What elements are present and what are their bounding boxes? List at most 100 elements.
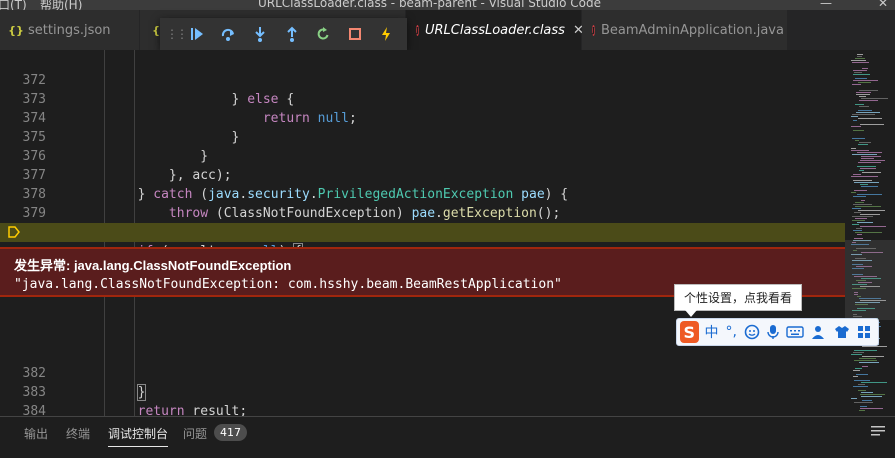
minimap-line (852, 84, 861, 85)
minimap-slider[interactable] (845, 240, 895, 320)
minimap-line (859, 410, 865, 411)
hot-code-replace-icon[interactable] (375, 23, 397, 45)
minimap-line (855, 218, 867, 219)
minimap-line (851, 192, 856, 193)
editor-tab-bar: {} settings.json { J URLClassLoader.clas… (0, 10, 895, 50)
tab-label: URLClassLoader.class (424, 22, 565, 38)
minimap-line (853, 196, 866, 197)
panel-menu-icon[interactable] (871, 425, 885, 437)
close-window-icon[interactable]: ✕ (878, 0, 888, 10)
minimap-line (860, 124, 884, 125)
minimap-line (858, 144, 868, 145)
minimap-line (860, 214, 880, 215)
code-line: 382 } (0, 345, 845, 401)
debug-toolbar: ⋮⋮ (160, 18, 407, 50)
code-line: 380 if (result == null) { (0, 204, 845, 260)
sogou-logo-icon[interactable]: S (680, 321, 699, 343)
continue-icon[interactable] (186, 23, 208, 45)
tab-terminal[interactable]: 终端 (66, 425, 90, 446)
minimap-line (861, 382, 887, 383)
minimap-line (857, 152, 882, 153)
minimap-line (859, 142, 871, 143)
minimap-line (859, 96, 866, 97)
ime-punctuation-toggle[interactable]: °, (726, 322, 737, 342)
minimap-line (855, 206, 881, 207)
keyboard-icon[interactable] (786, 322, 804, 342)
minimap-line (854, 380, 870, 381)
minimap-line (858, 390, 866, 391)
step-over-icon[interactable] (218, 23, 240, 45)
minimap-line (862, 68, 868, 69)
step-out-icon[interactable] (281, 23, 303, 45)
minimap[interactable] (845, 50, 895, 416)
emoji-icon[interactable] (744, 322, 760, 342)
minimap-line (853, 120, 857, 121)
minimap-line (856, 228, 862, 229)
minimap-line (857, 166, 876, 167)
step-into-icon[interactable] (249, 23, 271, 45)
minimap-line (858, 110, 872, 111)
minimap-line (858, 210, 885, 211)
microphone-icon[interactable] (767, 322, 779, 342)
minimap-line (852, 138, 865, 139)
minimap-line (859, 90, 878, 91)
minimap-line (854, 190, 867, 191)
minimap-line (855, 140, 859, 141)
minimap-line (853, 180, 872, 181)
code-line: 379 } (0, 185, 845, 240)
drag-grip-icon[interactable]: ⋮⋮ (166, 27, 188, 41)
restart-icon[interactable] (312, 23, 334, 45)
minimap-line (851, 126, 861, 127)
minimap-line (852, 62, 869, 63)
minimap-line (852, 154, 877, 155)
minimap-line (858, 162, 881, 163)
minimap-line (854, 182, 879, 183)
user-icon[interactable] (811, 322, 827, 342)
minimap-line (857, 54, 863, 55)
tab-problems[interactable]: 问题 (183, 425, 207, 446)
minimap-line (862, 346, 887, 347)
current-execution-line: 381 throw new ClassNotFoundException(nam… (0, 223, 845, 297)
minimize-icon[interactable]: — (820, 0, 832, 10)
tab-settings-json[interactable]: {} settings.json (0, 10, 140, 50)
menu-help[interactable]: 帮助(H) (40, 0, 82, 10)
minimap-line (853, 74, 870, 75)
code-line: 375 } (0, 109, 845, 164)
stop-icon[interactable] (344, 23, 366, 45)
minimap-line (852, 216, 873, 217)
ime-toolbar: S 中 °, (676, 318, 879, 346)
menu-window[interactable]: 窗口(T) (0, 0, 27, 10)
minimap-line (853, 230, 862, 231)
ime-mode-toggle[interactable]: 中 (705, 322, 719, 342)
minimap-line (860, 226, 886, 227)
minimap-line (861, 392, 873, 393)
minimap-line (858, 384, 865, 385)
tab-label: BeamAdminApplication.java (600, 22, 784, 38)
code-line: 386 /* (0, 402, 845, 416)
code-line: 377 } catch (java.security.PrivilegedAct… (0, 147, 845, 202)
minimap-line (861, 200, 865, 201)
exception-title: 发生异常: java.lang.ClassNotFoundException (14, 258, 292, 273)
minimap-line (859, 170, 864, 171)
title-bar: 窗口(T) 帮助(H) URLClassLoader.class - beam-… (0, 0, 895, 10)
minimap-line (854, 360, 877, 361)
minimap-line (852, 224, 859, 225)
tab-beamadminapplication[interactable]: J BeamAdminApplication.java (582, 10, 788, 50)
ime-tooltip[interactable]: 个性设置，点我看看 (674, 284, 802, 317)
minimap-line (855, 78, 867, 79)
code-line: 384 } (0, 383, 845, 416)
minimap-line (851, 148, 856, 149)
minimap-line (854, 402, 873, 403)
minimap-line (851, 398, 857, 399)
minimap-line (858, 118, 882, 119)
code-line: 383 return result; (0, 364, 845, 416)
tab-output[interactable]: 输出 (24, 425, 48, 446)
tab-debug-console[interactable]: 调试控制台 (108, 425, 169, 447)
minimap-line (853, 352, 864, 353)
tab-urlclassloader[interactable]: J URLClassLoader.class ✕ (406, 10, 584, 50)
toolbox-icon[interactable] (857, 322, 871, 342)
minimap-line (855, 202, 864, 203)
skin-icon[interactable] (834, 322, 850, 342)
code-editor[interactable]: 372 } else { 373 return null; 374 } 375 … (0, 50, 845, 416)
window-title: URLClassLoader.class - beam-parent - Vis… (258, 0, 602, 10)
